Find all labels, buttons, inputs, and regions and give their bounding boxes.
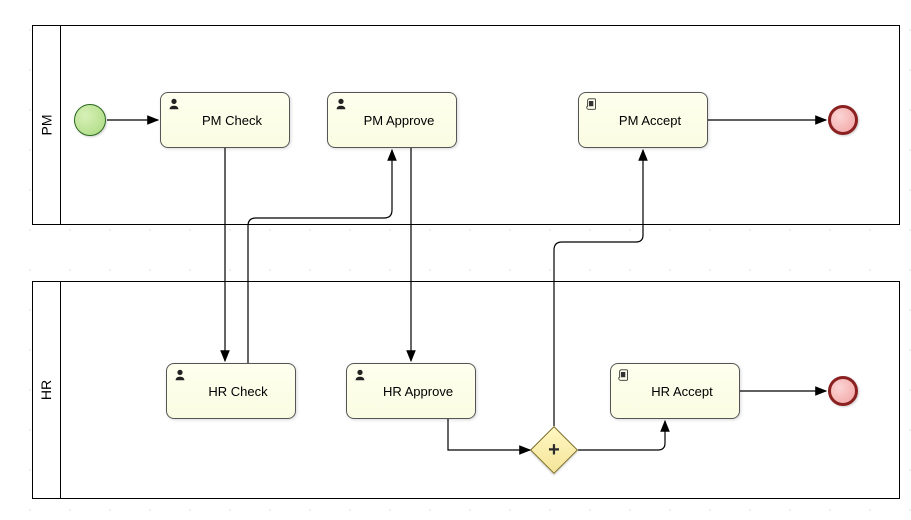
plus-icon: + [538, 434, 570, 466]
task-hr-accept[interactable]: HR Accept [610, 363, 740, 419]
user-icon [167, 97, 181, 111]
script-icon [617, 368, 631, 382]
task-label: HR Approve [383, 384, 453, 399]
end-event-pm[interactable] [828, 105, 858, 135]
lane-label-hr: HR [38, 380, 54, 400]
diagram-canvas[interactable]: PM HR + PM Check PM Approve PM Accept [0, 0, 911, 520]
task-label: PM Approve [364, 113, 435, 128]
lane-label-wrap-hr: HR [33, 282, 61, 498]
lane-label-pm: PM [39, 115, 55, 136]
task-label: PM Accept [619, 113, 681, 128]
task-pm-approve[interactable]: PM Approve [327, 92, 457, 148]
task-label: PM Check [202, 113, 262, 128]
script-icon [585, 97, 599, 111]
task-label: HR Accept [651, 384, 712, 399]
start-event-pm[interactable] [74, 104, 106, 136]
task-hr-approve[interactable]: HR Approve [346, 363, 476, 419]
task-pm-accept[interactable]: PM Accept [578, 92, 708, 148]
user-icon [353, 368, 367, 382]
task-pm-check[interactable]: PM Check [160, 92, 290, 148]
task-label: HR Check [208, 384, 267, 399]
user-icon [334, 97, 348, 111]
lane-label-wrap-pm: PM [33, 26, 61, 224]
task-hr-check[interactable]: HR Check [166, 363, 296, 419]
user-icon [173, 368, 187, 382]
end-event-hr[interactable] [828, 376, 858, 406]
